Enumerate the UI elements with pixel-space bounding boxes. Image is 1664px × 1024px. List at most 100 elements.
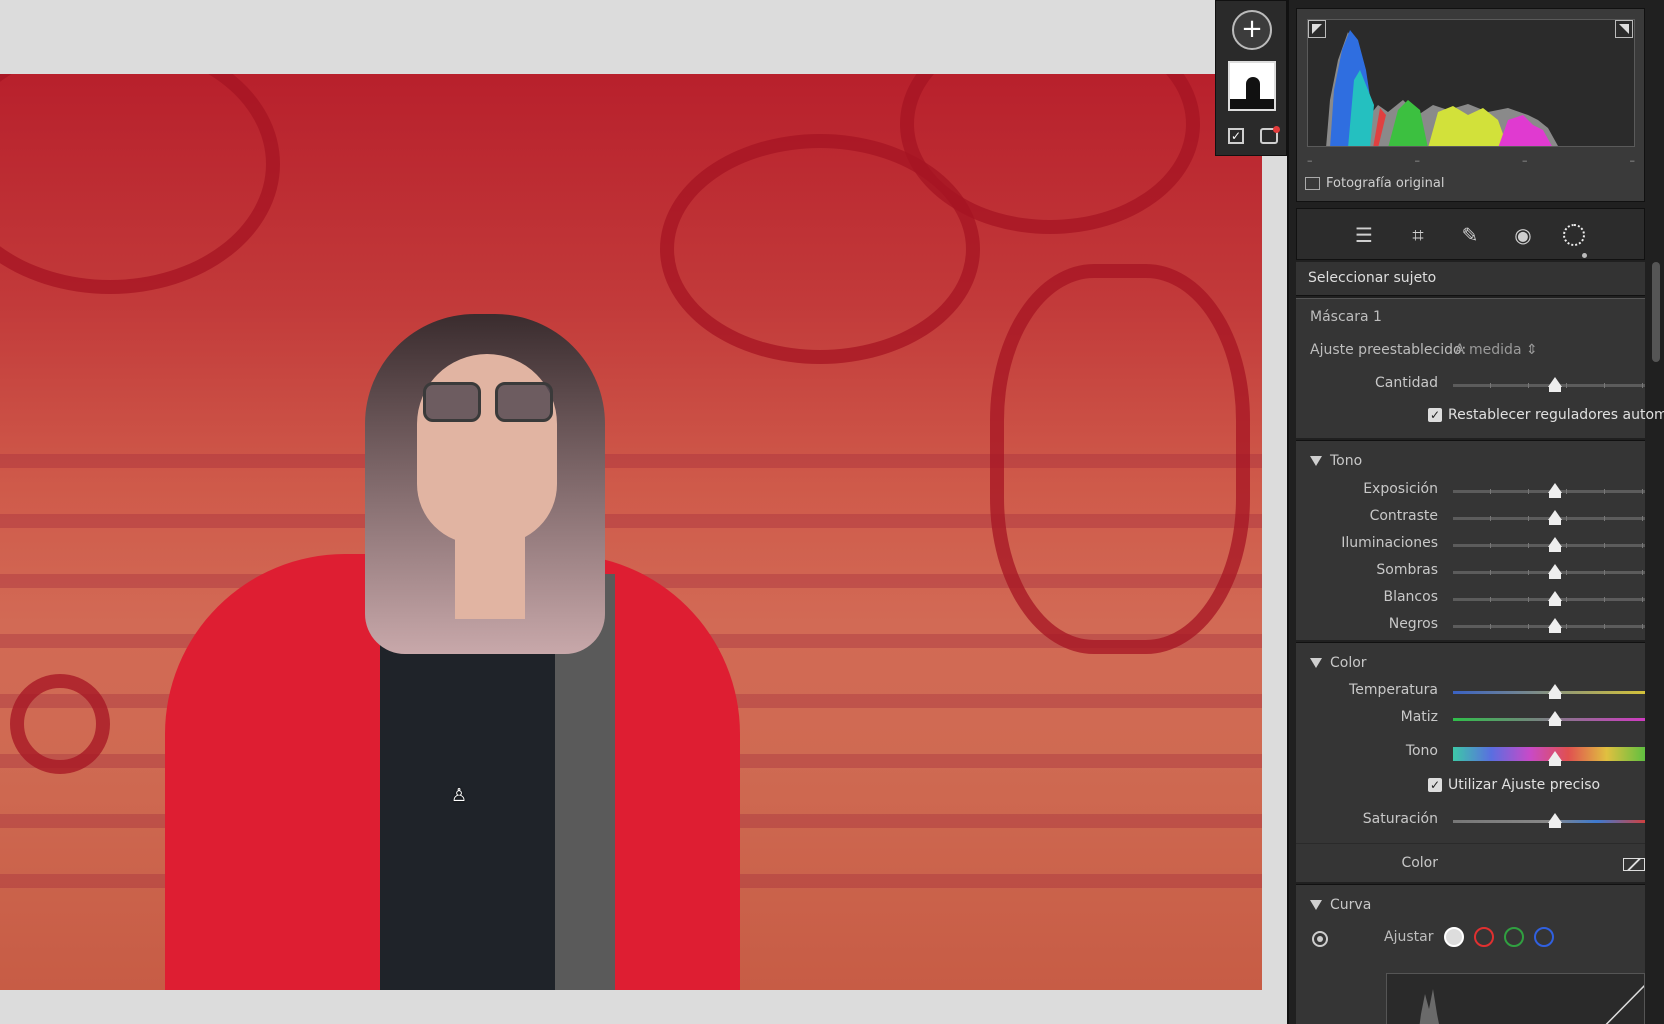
tone-slider-label: Exposición xyxy=(1363,481,1438,497)
tone-slider-row[interactable]: Negros xyxy=(1296,612,1645,638)
saturation-label: Saturación xyxy=(1362,811,1438,827)
masks-panel: + ✓ xyxy=(1215,0,1287,156)
red-eye-icon[interactable]: ◉ xyxy=(1510,222,1536,248)
hue-thumb[interactable] xyxy=(1547,751,1562,766)
sunglasses-lens-right xyxy=(495,382,553,422)
curve-adjust-label: Ajustar xyxy=(1384,929,1434,945)
tone-slider-label: Iluminaciones xyxy=(1341,535,1438,551)
tone-slider-row[interactable]: Sombras xyxy=(1296,558,1645,584)
color-swatch[interactable] xyxy=(1623,858,1645,871)
curve-svg xyxy=(1419,984,1644,1024)
tone-slider-thumb[interactable] xyxy=(1547,618,1562,633)
hue-slider-row[interactable]: Tono xyxy=(1296,739,1645,766)
channel-red-button[interactable] xyxy=(1474,927,1494,947)
original-photo-toggle[interactable]: Fotografía original xyxy=(1305,176,1444,191)
tone-section-header[interactable]: Tono xyxy=(1310,453,1362,469)
highlight-clipping-toggle[interactable] xyxy=(1615,20,1633,38)
color-swatch-row[interactable]: Color xyxy=(1296,851,1645,877)
sunglasses-lens-left xyxy=(423,382,481,422)
tone-slider-row[interactable]: Blancos xyxy=(1296,585,1645,611)
channel-green-button[interactable] xyxy=(1504,927,1524,947)
target-adjust-icon[interactable] xyxy=(1312,931,1328,947)
active-tool-indicator xyxy=(1582,253,1587,258)
histogram[interactable] xyxy=(1307,19,1635,147)
curve-line xyxy=(1605,984,1644,1024)
target-adjust-dot xyxy=(1317,936,1323,942)
amount-slider-row[interactable]: Cantidad xyxy=(1296,371,1645,397)
channel-rgb-button[interactable] xyxy=(1444,927,1464,947)
tone-slider-thumb[interactable] xyxy=(1547,510,1562,525)
overlay-color-dot xyxy=(1273,126,1280,133)
curve-histogram xyxy=(1419,989,1439,1024)
curve-section-header[interactable]: Curva xyxy=(1310,897,1371,913)
collapse-triangle-icon[interactable] xyxy=(1310,900,1322,910)
develop-right-panel: – – – – Fotografía original ☰ ⌗ ✎ ◉ Sele… xyxy=(1287,0,1664,1024)
color-section: Color Temperatura Matiz Tono ✓ Utilizar … xyxy=(1296,642,1645,882)
show-overlay-checkbox[interactable]: ✓ xyxy=(1228,128,1244,144)
temperature-slider-row[interactable]: Temperatura xyxy=(1296,678,1645,704)
saturation-thumb[interactable] xyxy=(1547,813,1562,828)
photo-with-mask-overlay[interactable]: ♙ xyxy=(0,74,1262,990)
color-section-header[interactable]: Color xyxy=(1310,655,1367,671)
tone-slider-label: Sombras xyxy=(1376,562,1438,578)
auto-reset-checkbox[interactable]: ✓ xyxy=(1428,408,1442,422)
histogram-info-1: – xyxy=(1307,154,1313,167)
tone-slider-thumb[interactable] xyxy=(1547,483,1562,498)
auto-reset-label: Restablecer reguladores autom. xyxy=(1448,407,1664,423)
histogram-info-3: – xyxy=(1522,154,1528,167)
photo-canvas[interactable]: ♙ xyxy=(0,0,1287,1024)
auto-reset-sliders-toggle[interactable]: ✓ Restablecer reguladores autom. xyxy=(1428,407,1664,423)
curve-channel-selector xyxy=(1444,927,1554,947)
channel-blue-button[interactable] xyxy=(1534,927,1554,947)
color-label: Color xyxy=(1401,855,1438,871)
tone-slider-row[interactable]: Iluminaciones xyxy=(1296,531,1645,557)
original-photo-checkbox[interactable] xyxy=(1305,177,1320,190)
amount-label: Cantidad xyxy=(1375,375,1438,391)
person-silhouette-icon xyxy=(1246,77,1260,101)
healing-bandage-icon[interactable]: ✎ xyxy=(1457,222,1483,248)
tool-strip: ☰ ⌗ ✎ ◉ xyxy=(1296,208,1645,260)
mask-properties: Máscara 1 Ajuste preestablecido: A medid… xyxy=(1296,298,1664,438)
subject-pin-icon[interactable]: ♙ xyxy=(451,785,471,806)
preset-value: A medida xyxy=(1455,342,1522,358)
histogram-panel: – – – – Fotografía original xyxy=(1296,8,1645,202)
create-new-mask-button[interactable]: + xyxy=(1232,10,1272,50)
shadow-clipping-toggle[interactable] xyxy=(1308,20,1326,38)
masking-icon[interactable] xyxy=(1563,224,1585,246)
collapse-triangle-icon[interactable] xyxy=(1310,658,1322,668)
preset-dropdown[interactable]: A medida ⇕ xyxy=(1455,342,1538,358)
edit-sliders-icon[interactable]: ☰ xyxy=(1351,222,1377,248)
amount-thumb[interactable] xyxy=(1547,377,1562,392)
tone-section: Tono Exposición Contraste Iluminaciones Som… xyxy=(1296,440,1645,640)
fine-adjust-toggle[interactable]: ✓ Utilizar Ajuste preciso xyxy=(1428,777,1600,793)
original-photo-label: Fotografía original xyxy=(1326,176,1445,191)
crop-icon[interactable]: ⌗ xyxy=(1405,222,1431,248)
tone-curve-graph[interactable] xyxy=(1386,973,1645,1024)
temperature-thumb[interactable] xyxy=(1547,684,1562,699)
panel-scrollbar[interactable] xyxy=(1652,262,1660,362)
saturation-slider-row[interactable]: Saturación xyxy=(1296,807,1645,833)
divider xyxy=(1296,843,1645,844)
tint-thumb[interactable] xyxy=(1547,711,1562,726)
tone-title: Tono xyxy=(1330,453,1363,469)
graffiti-shape xyxy=(990,264,1250,654)
histogram-graph xyxy=(1326,30,1558,146)
overlay-options-icon[interactable] xyxy=(1260,126,1280,144)
tone-slider-thumb[interactable] xyxy=(1547,564,1562,579)
tone-slider-thumb[interactable] xyxy=(1547,591,1562,606)
mask-1-thumbnail[interactable] xyxy=(1228,61,1276,111)
tint-slider-row[interactable]: Matiz xyxy=(1296,705,1645,731)
tint-label: Matiz xyxy=(1400,709,1438,725)
fine-adjust-label: Utilizar Ajuste preciso xyxy=(1448,777,1601,793)
mask-type-label: Seleccionar sujeto xyxy=(1308,270,1437,286)
tone-slider-row[interactable]: Exposición xyxy=(1296,477,1645,503)
tone-slider-label: Contraste xyxy=(1369,508,1438,524)
portrait-subject xyxy=(165,314,740,990)
tone-slider-thumb[interactable] xyxy=(1547,537,1562,552)
graffiti-shape xyxy=(0,74,280,294)
collapse-triangle-icon[interactable] xyxy=(1310,456,1322,466)
color-title: Color xyxy=(1330,655,1367,671)
tone-slider-row[interactable]: Contraste xyxy=(1296,504,1645,530)
mask-type-header: Seleccionar sujeto xyxy=(1296,262,1645,296)
fine-adjust-checkbox[interactable]: ✓ xyxy=(1428,778,1442,792)
